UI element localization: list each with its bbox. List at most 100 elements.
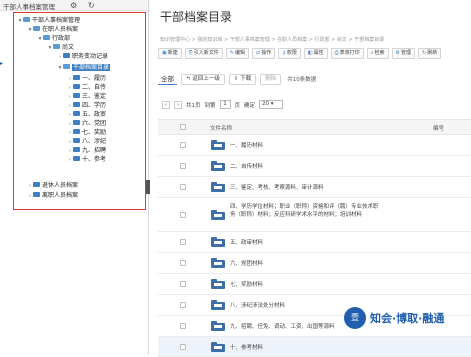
- manage-button[interactable]: ⚙管理: [391, 48, 416, 59]
- row-checkbox[interactable]: [180, 142, 186, 148]
- folder-icon: [33, 26, 40, 31]
- row-checkbox[interactable]: [180, 260, 186, 266]
- operate-icon: ⇄: [256, 50, 261, 56]
- table-row[interactable]: 一、履历材料: [158, 135, 471, 156]
- folder-icon: [211, 342, 225, 352]
- refresh-icon[interactable]: ↻: [88, 0, 95, 11]
- folder-icon: [63, 64, 70, 69]
- download-button[interactable]: ⇩ 下载: [228, 73, 257, 85]
- tree-node[interactable]: › 二、自传: [67, 83, 106, 92]
- tree-node-label: 九、招聘: [82, 147, 107, 154]
- folder-icon: [73, 102, 80, 107]
- edit-button[interactable]: ✎编辑: [225, 48, 249, 59]
- folder-icon: [63, 53, 70, 58]
- row-checkbox[interactable]: [180, 212, 186, 218]
- tree-node[interactable]: › 五、政审: [67, 110, 106, 119]
- tree-node-label: 六、党团: [82, 120, 107, 127]
- back-up-level-button[interactable]: ↰ 返回上一级: [181, 73, 225, 85]
- archive-tree: ▾ 干部人事档案管理 ▾ 在职人员档案 ▾ 行政部 ▾ 尚文 › 职务变动记录 ▾ 干部档案目录 › 一、…: [13, 12, 146, 210]
- file-name[interactable]: 四、学历学位材料；职业（职称）资格和评（聘）专业技术职务（职称）材料；反应科研学…: [230, 203, 380, 219]
- refresh-button[interactable]: ↻刷新: [418, 48, 442, 59]
- confirm-button[interactable]: 确定: [244, 101, 255, 109]
- tree-node[interactable]: › 九、招聘: [67, 146, 106, 155]
- tree-node-label: 二、自传: [82, 84, 107, 91]
- row-checkbox[interactable]: [180, 323, 186, 329]
- tree-node-label: 在职人员档案: [42, 26, 79, 33]
- tree-node[interactable]: › 四、学历: [67, 101, 106, 110]
- tree-node[interactable]: › 三、鉴定: [67, 92, 106, 101]
- operate-button[interactable]: ⇄操作: [252, 48, 276, 59]
- table-row[interactable]: 五、政审材料: [158, 232, 471, 253]
- toolbar: ▣新建 ⎘引入新文件 ✎编辑 ⇄操作 ⚷权限 ◧属性 ⎙表单打印 ⌕检索 ⚙管理…: [158, 48, 442, 60]
- tree-node-label: 职务变动记录: [72, 53, 109, 60]
- row-checkbox[interactable]: [180, 281, 186, 287]
- file-name[interactable]: 二、自传材料: [230, 162, 263, 170]
- property-button[interactable]: ◧属性: [303, 48, 328, 59]
- tree-node[interactable]: › 七、奖励: [67, 128, 106, 137]
- new-icon: ▣: [162, 50, 167, 56]
- tree-node[interactable]: ▾ 干部档案目录: [57, 63, 111, 72]
- folder-icon: [211, 161, 225, 171]
- tree-node[interactable]: › 退休人员档案: [27, 181, 78, 190]
- tree-node[interactable]: › 六、党团: [67, 119, 106, 128]
- permission-button[interactable]: ⚷权限: [278, 48, 301, 59]
- collapse-arrow-icon[interactable]: ▸: [0, 60, 3, 67]
- tree-node-label: 尚文: [62, 44, 75, 51]
- app-title: 干部人事档案管理: [3, 3, 55, 11]
- search-button[interactable]: ⌕检索: [366, 48, 389, 59]
- table-row[interactable]: 三、鉴定、考核、考察源料、审计源料: [158, 177, 471, 198]
- file-name[interactable]: 六、党团材料: [230, 259, 263, 267]
- page-unit: 页: [234, 102, 241, 109]
- tab-all[interactable]: 全部: [158, 73, 177, 85]
- delete-button[interactable]: 删除: [260, 73, 282, 85]
- tree-node-label: 干部档案目录: [72, 64, 111, 71]
- tree-node[interactable]: ▾ 在职人员档案: [27, 25, 78, 34]
- print-form-button[interactable]: ⎙表单打印: [330, 48, 364, 59]
- import-file-button[interactable]: ⎘引入新文件: [184, 48, 223, 59]
- folder-icon: [211, 258, 225, 268]
- tree-node[interactable]: ▾ 尚文: [47, 43, 74, 52]
- page-size-select[interactable]: 20 ▾: [259, 100, 284, 109]
- manage-icon: ⚙: [395, 50, 400, 56]
- refresh-icon: ↻: [422, 50, 427, 56]
- file-name[interactable]: 三、鉴定、考核、考察源料、审计源料: [230, 183, 324, 191]
- row-checkbox[interactable]: [180, 239, 186, 245]
- folder-icon: [73, 93, 80, 98]
- new-button[interactable]: ▣新建: [158, 48, 182, 59]
- row-checkbox[interactable]: [180, 344, 186, 350]
- gear-icon[interactable]: ⚙: [70, 0, 77, 11]
- row-checkbox[interactable]: [180, 184, 186, 190]
- page-number-input[interactable]: 1: [219, 100, 231, 109]
- total-pages: 共1页: [186, 102, 201, 109]
- folder-icon: [53, 44, 60, 49]
- prev-page-button[interactable]: ‹: [162, 100, 170, 109]
- table-row[interactable]: 七、奖励材料: [158, 274, 471, 295]
- file-name[interactable]: 八、涉纪涉法处分材料: [230, 301, 285, 309]
- tree-node[interactable]: ▾ 行政部: [37, 34, 70, 43]
- print-icon: ⎙: [334, 50, 339, 56]
- page-title: 干部档案目录: [160, 10, 233, 24]
- folder-icon: [211, 279, 225, 289]
- table-row[interactable]: 二、自传材料: [158, 156, 471, 177]
- select-all-checkbox[interactable]: [180, 124, 186, 130]
- row-checkbox[interactable]: [180, 302, 186, 308]
- file-name[interactable]: 九、招聘、任免、调动、工资、出国等源料: [230, 322, 335, 330]
- folder-icon: [211, 237, 225, 247]
- tree-node[interactable]: ▾ 干部人事档案管理: [17, 16, 80, 25]
- tree-node[interactable]: › 十、参考: [67, 155, 106, 164]
- tree-node[interactable]: › 职务变动记录: [57, 52, 108, 61]
- file-name[interactable]: 五、政审材料: [230, 238, 263, 246]
- action-bar: 全部 ↰ 返回上一级 ⇩ 下载 删除 共10条数据: [158, 72, 316, 86]
- next-page-button[interactable]: ›: [174, 100, 182, 109]
- table-row[interactable]: 六、党团材料: [158, 253, 471, 274]
- file-name[interactable]: 十、参考材料: [230, 343, 263, 351]
- table-row[interactable]: 四、学历学位材料；职业（职称）资格和评（聘）专业技术职务（职称）材料；反应科研学…: [158, 198, 471, 232]
- table-row[interactable]: 十、参考材料: [158, 337, 471, 357]
- tree-node[interactable]: › 离职人员档案: [27, 191, 78, 200]
- file-name[interactable]: 七、奖励材料: [230, 280, 263, 288]
- tree-node[interactable]: › 一、履历: [67, 74, 106, 83]
- row-checkbox[interactable]: [180, 163, 186, 169]
- file-name[interactable]: 一、履历材料: [230, 141, 263, 149]
- tree-node[interactable]: › 八、涉纪: [67, 137, 106, 146]
- folder-icon: [73, 120, 80, 125]
